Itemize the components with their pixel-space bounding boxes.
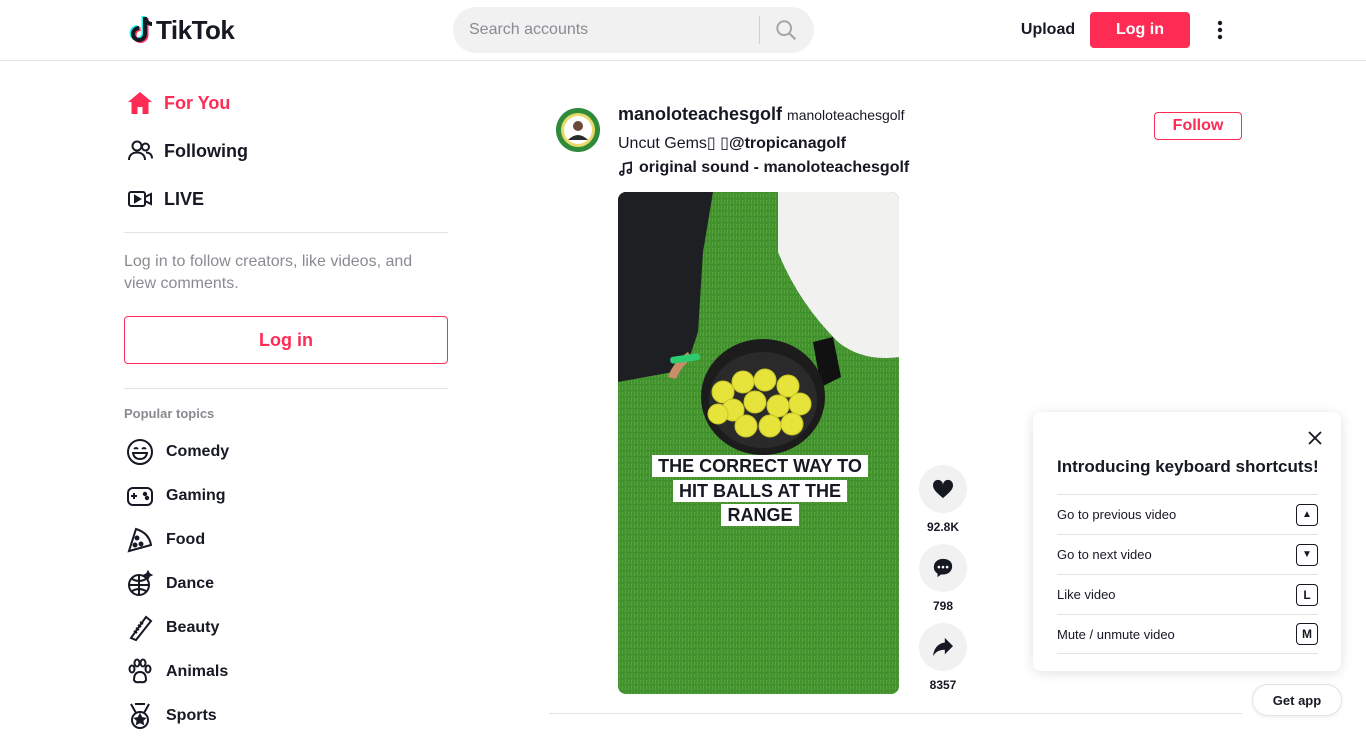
video-player[interactable]: THE CORRECT WAY TO HIT BALLS AT THE RANG… <box>618 192 899 694</box>
beauty-icon <box>124 612 156 644</box>
login-button[interactable]: Log in <box>1090 12 1190 48</box>
nav-label: Following <box>164 140 248 161</box>
sidebar-login-button[interactable]: Log in <box>124 316 448 364</box>
shortcut-row: Go to next video ▼ <box>1057 534 1318 574</box>
author-handle[interactable]: manoloteachesgolf <box>787 107 905 123</box>
topic-label: Dance <box>166 575 215 592</box>
heart-icon <box>932 479 954 499</box>
post-caption: Uncut Gems▯ ▯@tropicanagolf <box>618 133 846 153</box>
share-icon <box>933 637 953 657</box>
close-icon <box>1308 431 1322 445</box>
shortcut-label: Mute / unmute video <box>1057 626 1175 642</box>
feed-divider <box>549 713 1242 714</box>
author-name[interactable]: manoloteachesgolf <box>618 104 782 125</box>
comment-button[interactable] <box>919 544 967 592</box>
nav-for-you[interactable]: For You <box>124 79 448 127</box>
search-bar <box>453 7 814 53</box>
search-button[interactable] <box>760 7 812 53</box>
share-count: 8357 <box>929 678 957 692</box>
music-title: original sound - manoloteachesgolf <box>639 159 910 176</box>
nav-label: LIVE <box>164 188 205 209</box>
topic-label: Beauty <box>166 619 220 636</box>
key-down-icon: ▼ <box>1296 543 1318 566</box>
shortcut-row: Like video L <box>1057 574 1318 614</box>
shortcuts-title: Introducing keyboard shortcuts! <box>1057 457 1319 476</box>
topic-gaming[interactable]: Gaming <box>124 474 448 518</box>
close-button[interactable] <box>1303 426 1327 450</box>
topic-label: Food <box>166 531 206 548</box>
people-icon <box>124 135 156 167</box>
gaming-icon <box>124 480 156 512</box>
topic-beauty[interactable]: Beauty <box>124 606 448 650</box>
author-line: manoloteachesgolf manoloteachesgolf <box>618 104 905 128</box>
keyboard-shortcuts-panel: Introducing keyboard shortcuts! Go to pr… <box>1033 412 1341 671</box>
shortcut-label: Go to previous video <box>1057 507 1177 522</box>
music-note-icon <box>619 160 632 176</box>
more-vertical-icon <box>1217 20 1223 40</box>
logo-text: TikTok <box>156 14 235 45</box>
more-menu-button[interactable] <box>1206 14 1234 46</box>
shortcut-label: Go to next video <box>1057 547 1152 562</box>
author-avatar[interactable] <box>556 108 600 152</box>
sidebar-divider <box>124 232 448 233</box>
tiktok-logo[interactable]: TikTok <box>128 14 235 46</box>
nav-live[interactable]: LIVE <box>124 175 448 223</box>
video-overlay-text: THE CORRECT WAY TO HIT BALLS AT THE RANG… <box>648 454 872 528</box>
topic-sports[interactable]: Sports <box>124 694 448 738</box>
login-hint: Log in to follow creators, like videos, … <box>124 253 413 292</box>
music-link[interactable]: original sound - manoloteachesgolf <box>618 159 909 177</box>
key-up-icon: ▲ <box>1296 503 1318 526</box>
follow-button[interactable]: Follow <box>1154 112 1242 140</box>
animals-icon <box>124 656 156 688</box>
comment-count: 798 <box>932 599 954 613</box>
tiktok-note-icon <box>129 16 153 43</box>
topic-comedy[interactable]: Comedy <box>124 430 448 474</box>
topic-dance[interactable]: Dance <box>124 562 448 606</box>
popular-topics-title: Popular topics <box>124 406 215 421</box>
topic-food[interactable]: Food <box>124 518 448 562</box>
topic-label: Sports <box>166 707 217 724</box>
topic-label: Animals <box>166 663 229 680</box>
home-icon <box>124 87 156 119</box>
key-m-icon: M <box>1296 623 1318 645</box>
caption-text: Uncut Gems▯ ▯ <box>618 135 729 152</box>
search-input[interactable] <box>453 7 759 53</box>
shortcut-row: Go to previous video ▲ <box>1057 494 1318 534</box>
like-count: 92.8K <box>926 520 960 534</box>
dance-icon <box>124 568 156 600</box>
shortcut-row: Mute / unmute video M <box>1057 614 1318 654</box>
nav-label: For You <box>164 92 231 113</box>
sidebar: For You Following LIVE Log in to follow … <box>124 61 448 729</box>
get-app-button[interactable]: Get app <box>1252 684 1342 716</box>
share-button[interactable] <box>919 623 967 671</box>
shortcut-label: Like video <box>1057 587 1116 602</box>
comment-icon <box>933 558 953 578</box>
overlay-caption: THE CORRECT WAY TO HIT BALLS AT THE RANG… <box>652 455 868 526</box>
topic-animals[interactable]: Animals <box>124 650 448 694</box>
sidebar-divider <box>124 388 448 389</box>
caption-mention[interactable]: @tropicanagolf <box>729 135 846 152</box>
food-icon <box>124 524 156 556</box>
nav-following[interactable]: Following <box>124 127 448 175</box>
topic-label: Comedy <box>166 443 230 460</box>
topic-label: Gaming <box>166 487 226 504</box>
key-l-icon: L <box>1296 583 1318 606</box>
sports-icon <box>124 700 156 732</box>
top-header: TikTok Upload Log in <box>0 0 1366 61</box>
video-frame <box>618 192 899 694</box>
live-icon <box>124 183 156 215</box>
like-button[interactable] <box>919 465 967 513</box>
search-icon <box>776 20 796 40</box>
upload-button[interactable]: Upload <box>1012 12 1084 48</box>
comedy-icon <box>124 436 156 468</box>
